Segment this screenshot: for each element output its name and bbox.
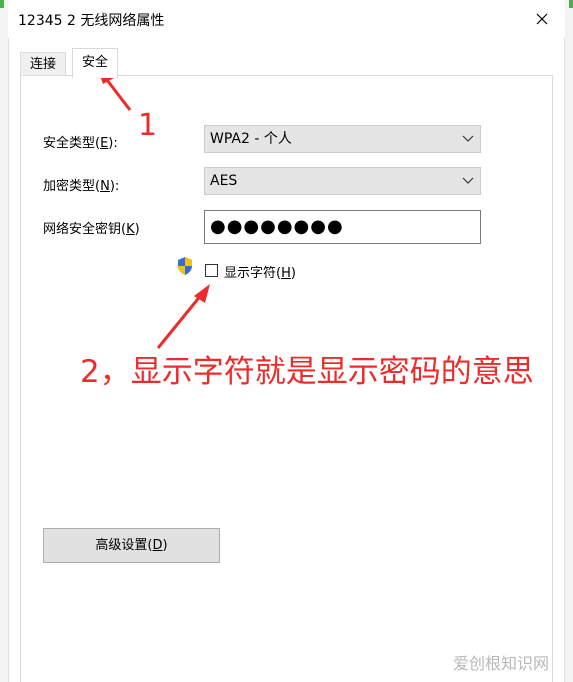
chevron-down-icon [462, 135, 474, 142]
watermark: 爱创根知识网 [452, 654, 549, 673]
window-title: 12345 2 无线网络属性 [18, 13, 165, 29]
encryption-type-select[interactable]: AES [204, 167, 481, 195]
tab-label: 连接 [30, 57, 57, 72]
encryption-type-label: 加密类型(N): [43, 179, 120, 194]
show-characters-label[interactable]: 显示字符(H) [224, 262, 296, 281]
tab-security[interactable]: 安全 [72, 48, 119, 78]
advanced-settings-button[interactable]: 高级设置(D) [43, 528, 220, 563]
wireless-properties-window: 12345 2 无线网络属性 连接 安全 安全类型(E): WPA2 - 个人 … [0, 0, 573, 682]
background-left-strip [0, 0, 9, 682]
tab-label: 安全 [82, 55, 109, 70]
background-accent [0, 0, 4, 8]
background-accent [569, 0, 573, 8]
annotation-step-1: 1 [138, 108, 158, 143]
close-button[interactable] [529, 6, 555, 32]
annotation-step-2: 2，显示字符就是显示密码的意思 [80, 354, 534, 390]
security-type-label: 安全类型(E): [43, 136, 118, 151]
network-key-input[interactable]: ●●●●●●●● [204, 210, 481, 244]
tab-strip: 连接 安全 [8, 44, 565, 78]
show-characters-checkbox[interactable] [205, 264, 218, 277]
security-type-select[interactable]: WPA2 - 个人 [204, 125, 481, 153]
shield-icon [178, 257, 192, 275]
tab-connection[interactable]: 连接 [20, 52, 67, 76]
chevron-down-icon [462, 177, 474, 184]
encryption-type-value: AES [210, 173, 238, 189]
background-right-strip [564, 0, 573, 682]
close-icon [536, 13, 548, 25]
network-key-label: 网络安全密钥(K) [43, 222, 140, 237]
title-bar: 12345 2 无线网络属性 [8, 0, 565, 38]
security-type-value: WPA2 - 个人 [210, 131, 292, 147]
